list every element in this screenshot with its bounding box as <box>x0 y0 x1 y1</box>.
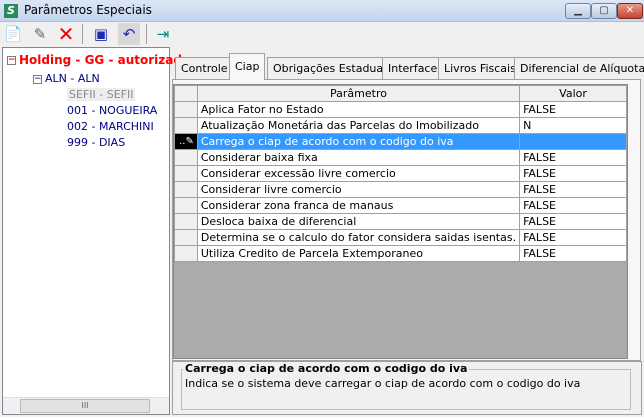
value-cell[interactable] <box>519 133 627 150</box>
tab-obrigacoes-estaduais[interactable]: Obrigações Estaduais <box>267 57 398 79</box>
app-icon: S <box>4 4 18 18</box>
save-icon[interactable]: ▣ <box>90 23 112 45</box>
row-indicator[interactable] <box>174 213 198 230</box>
maximize-button[interactable]: ▢ <box>591 3 617 19</box>
tree-root[interactable]: − Holding - GG - autorizada <box>7 53 190 67</box>
description-panel: Carrega o ciap de acordo com o codigo do… <box>172 361 642 415</box>
value-cell[interactable]: FALSE <box>519 245 627 262</box>
scroll-thumb[interactable]: III <box>20 399 150 413</box>
table-row[interactable]: Considerar excessão livre comercio FALSE <box>174 165 627 182</box>
tab-livros-fiscais[interactable]: Livros Fiscais <box>438 57 522 79</box>
horizontal-scrollbar[interactable]: III <box>3 397 169 414</box>
new-icon[interactable]: 📄 <box>2 23 24 45</box>
close-button[interactable]: ✕ <box>617 3 643 19</box>
row-indicator[interactable] <box>174 117 198 134</box>
toolbar-separator <box>146 24 147 44</box>
parameter-cell[interactable]: Carrega o ciap de acordo com o codigo do… <box>196 133 521 150</box>
tab-controle[interactable]: Controle <box>175 57 234 79</box>
toolbar: 📄 ✎ ✕ ▣ ↶ ⇥ <box>0 22 644 46</box>
row-indicator[interactable] <box>174 245 198 262</box>
tree-root-label: Holding - GG - autorizada <box>19 53 191 67</box>
tree-leaf[interactable]: 001 - NOGUEIRA <box>67 104 157 117</box>
parameter-cell[interactable]: Considerar baixa fixa <box>196 149 521 166</box>
tab-interface[interactable]: Interface <box>382 57 444 79</box>
value-cell[interactable]: N <box>519 117 627 134</box>
tree-leaf[interactable]: SEFII - SEFII <box>67 88 136 101</box>
description-title: Carrega o ciap de acordo com o codigo do… <box>183 362 470 375</box>
parameter-cell[interactable]: Determina se o calculo do fator consider… <box>196 229 521 246</box>
tree-leaf[interactable]: 999 - DIAS <box>67 136 125 149</box>
window-title: Parâmetros Especiais <box>24 3 152 17</box>
table-row[interactable]: Atualização Monetária das Parcelas do Im… <box>174 117 627 134</box>
row-indicator[interactable]: ..✎ <box>174 133 198 150</box>
parameter-cell[interactable]: Atualização Monetária das Parcelas do Im… <box>196 117 521 134</box>
title-bar: S Parâmetros Especiais ▁ ▢ ✕ <box>0 0 644 22</box>
parameters-grid[interactable]: Parâmetro Valor Aplica Fator no Estado FA… <box>173 84 628 359</box>
parameter-cell[interactable]: Aplica Fator no Estado <box>196 101 521 118</box>
row-indicator[interactable] <box>174 229 198 246</box>
indicator-header <box>174 85 198 102</box>
tree-leaf[interactable]: 002 - MARCHINI <box>67 120 154 133</box>
value-cell[interactable]: FALSE <box>519 213 627 230</box>
edit-icon[interactable]: ✎ <box>29 23 51 45</box>
row-indicator[interactable] <box>174 197 198 214</box>
tab-strip: Controle Ciap Obrigações Estaduais Inter… <box>172 53 644 80</box>
parameter-cell[interactable]: Desloca baixa de diferencial <box>196 213 521 230</box>
table-row[interactable]: Utiliza Credito de Parcela Extemporaneo F… <box>174 245 627 262</box>
parameter-cell[interactable]: Considerar zona franca de manaus <box>196 197 521 214</box>
table-row[interactable]: Considerar baixa fixa FALSE <box>174 149 627 166</box>
row-indicator[interactable] <box>174 165 198 182</box>
table-row[interactable]: Desloca baixa de diferencial FALSE <box>174 213 627 230</box>
collapse-icon[interactable]: − <box>7 56 16 65</box>
parameter-cell[interactable]: Considerar livre comercio <box>196 181 521 198</box>
tree-node-aln[interactable]: − ALN - ALN <box>33 72 100 85</box>
column-header-parametro[interactable]: Parâmetro <box>196 85 521 102</box>
table-row[interactable]: Determina se o calculo do fator consider… <box>174 229 627 246</box>
value-cell[interactable]: FALSE <box>519 197 627 214</box>
value-cell[interactable]: FALSE <box>519 229 627 246</box>
table-row[interactable]: ..✎ Carrega o ciap de acordo com o codigo… <box>174 133 627 150</box>
minimize-button[interactable]: ▁ <box>565 3 591 19</box>
parameter-cell[interactable]: Utiliza Credito de Parcela Extemporaneo <box>196 245 521 262</box>
undo-icon[interactable]: ↶ <box>118 23 140 45</box>
company-tree[interactable]: − Holding - GG - autorizada − ALN - ALN SE… <box>2 47 190 415</box>
column-header-valor[interactable]: Valor <box>519 85 627 102</box>
grid-header: Parâmetro Valor <box>174 85 627 102</box>
row-indicator[interactable] <box>174 101 198 118</box>
row-indicator[interactable] <box>174 149 198 166</box>
tab-diferencial-aliquota[interactable]: Diferencial de Alíquota <box>514 57 644 79</box>
table-row[interactable]: Aplica Fator no Estado FALSE <box>174 101 627 118</box>
toolbar-separator <box>82 24 83 44</box>
tab-ciap[interactable]: Ciap <box>229 53 266 80</box>
value-cell[interactable]: FALSE <box>519 165 627 182</box>
value-cell[interactable]: FALSE <box>519 101 627 118</box>
collapse-icon[interactable]: − <box>33 74 42 84</box>
value-cell[interactable]: FALSE <box>519 181 627 198</box>
delete-icon[interactable]: ✕ <box>55 23 77 45</box>
description-text: Indica se o sistema deve carregar o ciap… <box>185 377 581 390</box>
parameter-cell[interactable]: Considerar excessão livre comercio <box>196 165 521 182</box>
exit-icon[interactable]: ⇥ <box>152 23 174 45</box>
table-row[interactable]: Considerar zona franca de manaus FALSE <box>174 197 627 214</box>
table-row[interactable]: Considerar livre comercio FALSE <box>174 181 627 198</box>
row-indicator[interactable] <box>174 181 198 198</box>
value-cell[interactable]: FALSE <box>519 149 627 166</box>
tree-node-label: ALN - ALN <box>45 72 100 85</box>
